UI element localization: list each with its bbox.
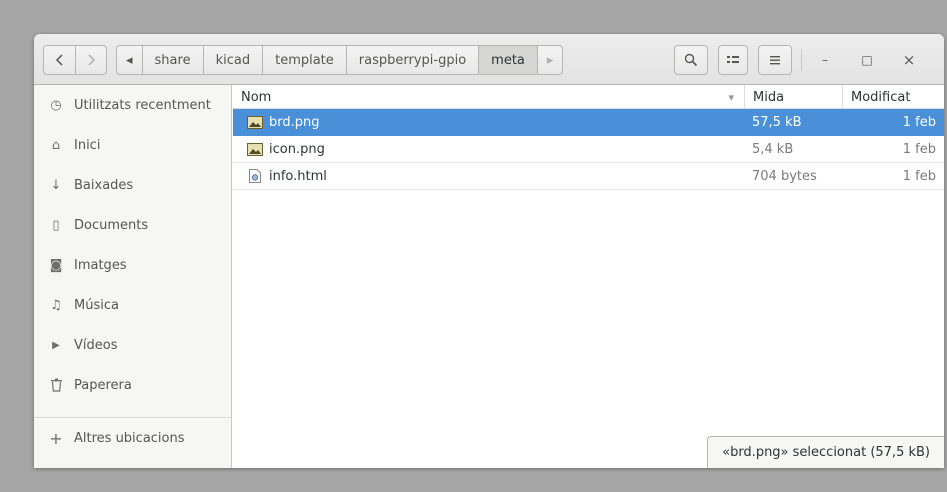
- path-segment-kicad[interactable]: kicad: [202, 46, 263, 74]
- sidebar-item-label: Inici: [74, 137, 101, 153]
- file-row-brd-png[interactable]: brd.png 57,5 kB 1 feb: [233, 109, 944, 136]
- chevron-right-icon: [88, 54, 96, 66]
- path-bar: ◂ share kicad template raspberrypi-gpio …: [116, 45, 564, 75]
- sidebar-item-label: Imatges: [74, 257, 127, 273]
- column-header-size[interactable]: Mida: [744, 85, 842, 109]
- selection-status-label: «brd.png» seleccionat (57,5 kB): [707, 436, 944, 468]
- sort-arrow-icon: ▾: [728, 90, 734, 104]
- file-name: info.html: [269, 168, 327, 184]
- sidebar-item-label: Utilitzats recentment: [74, 97, 211, 113]
- file-row-info-html[interactable]: info.html 704 bytes 1 feb: [233, 163, 944, 190]
- sidebar-item-recent[interactable]: ◷ Utilitzats recentment: [34, 85, 231, 125]
- file-size: 704 bytes: [752, 168, 817, 184]
- document-icon: ▯: [52, 217, 60, 233]
- path-segment-share[interactable]: share: [141, 46, 203, 74]
- column-header-name[interactable]: Nom ▾: [233, 85, 744, 109]
- triangle-right-icon: ▸: [546, 52, 554, 68]
- music-icon: ♫: [50, 297, 62, 313]
- navigation-buttons: [43, 45, 107, 75]
- image-file-icon: [247, 142, 263, 156]
- trash-icon: [48, 377, 64, 393]
- search-button[interactable]: [674, 45, 708, 75]
- video-icon: ▶: [52, 339, 60, 351]
- sidebar-item-music[interactable]: ♫ Música: [34, 285, 231, 325]
- file-name: icon.png: [269, 141, 325, 157]
- search-icon: [684, 53, 698, 67]
- file-list-view: Nom ▾ Mida Modificat brd.png 57,5 kB 1 f…: [233, 85, 944, 468]
- column-header-modified[interactable]: Modificat: [842, 85, 944, 109]
- sidebar-item-home[interactable]: ⌂ Inici: [34, 125, 231, 165]
- file-name: brd.png: [269, 114, 320, 130]
- sidebar-item-label: Música: [74, 297, 119, 313]
- close-button[interactable]: ×: [898, 49, 920, 71]
- view-toggle-button[interactable]: [718, 45, 748, 75]
- sidebar-item-label: Documents: [74, 217, 149, 233]
- download-icon: ↓: [50, 177, 62, 193]
- view-toggle-icon: [727, 56, 739, 63]
- header-separator: [801, 49, 802, 71]
- path-segment-template[interactable]: template: [262, 46, 346, 74]
- menu-icon: [770, 56, 780, 65]
- path-scroll-left-button[interactable]: ◂: [117, 46, 142, 74]
- column-header: Nom ▾ Mida Modificat: [233, 85, 944, 109]
- sidebar-item-pictures[interactable]: ◙ Imatges: [34, 245, 231, 285]
- sidebar-item-documents[interactable]: ▯ Documents: [34, 205, 231, 245]
- chevron-left-icon: [55, 54, 63, 66]
- sidebar-item-other-locations[interactable]: + Altres ubicacions: [34, 418, 231, 458]
- file-name-cell: brd.png: [233, 115, 744, 130]
- sidebar-item-label: Altres ubicacions: [74, 430, 185, 446]
- column-header-name-label: Nom: [241, 89, 272, 105]
- file-name-cell: info.html: [233, 169, 744, 184]
- forward-button[interactable]: [75, 46, 106, 74]
- header-bar: ◂ share kicad template raspberrypi-gpio …: [34, 34, 944, 85]
- file-size: 57,5 kB: [752, 114, 802, 130]
- path-scroll-right-button[interactable]: ▸: [536, 46, 563, 74]
- sidebar-item-label: Paperera: [74, 377, 132, 393]
- html-file-icon: [247, 169, 263, 183]
- camera-icon: ◙: [49, 257, 63, 273]
- file-row-icon-png[interactable]: icon.png 5,4 kB 1 feb: [233, 136, 944, 163]
- file-size: 5,4 kB: [752, 141, 794, 157]
- clock-icon: ◷: [50, 97, 62, 113]
- triangle-left-icon: ◂: [126, 52, 133, 68]
- sidebar-item-label: Baixades: [74, 177, 134, 193]
- file-manager-window: ◂ share kicad template raspberrypi-gpio …: [34, 34, 944, 468]
- file-name-cell: icon.png: [233, 142, 744, 157]
- minimize-button[interactable]: –: [814, 49, 836, 71]
- back-button[interactable]: [44, 46, 75, 74]
- sidebar-item-label: Vídeos: [74, 337, 118, 353]
- path-segment-raspberrypi-gpio[interactable]: raspberrypi-gpio: [345, 46, 478, 74]
- file-modified: 1 feb: [902, 168, 936, 184]
- menu-button[interactable]: [758, 45, 792, 75]
- file-modified: 1 feb: [902, 114, 936, 130]
- image-file-icon: [247, 115, 263, 129]
- path-segment-meta[interactable]: meta: [478, 46, 537, 74]
- sidebar-item-downloads[interactable]: ↓ Baixades: [34, 165, 231, 205]
- sidebar: ◷ Utilitzats recentment ⌂ Inici ↓ Baixad…: [34, 85, 232, 468]
- home-icon: ⌂: [51, 137, 61, 153]
- sidebar-item-videos[interactable]: ▶ Vídeos: [34, 325, 231, 365]
- plus-icon: +: [49, 428, 63, 448]
- file-modified: 1 feb: [902, 141, 936, 157]
- sidebar-item-trash[interactable]: Paperera: [34, 365, 231, 405]
- maximize-button[interactable]: □: [856, 49, 878, 71]
